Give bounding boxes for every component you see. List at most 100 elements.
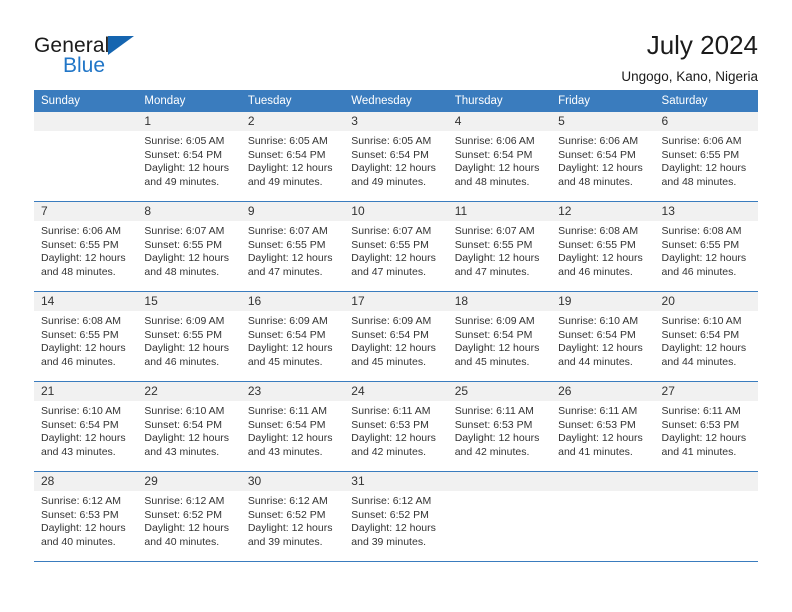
daylight-text: Daylight: 12 hours: [41, 522, 126, 535]
day-details: Sunrise: 6:12 AM Sunset: 6:53 PM Daylight:…: [34, 491, 137, 549]
day-details: Sunrise: 6:11 AM Sunset: 6:53 PM Daylight:…: [551, 401, 654, 459]
title-block: July 2024 Ungogo, Kano, Nigeria: [621, 30, 758, 86]
sunrise-text: Sunrise: 6:12 AM: [144, 495, 225, 507]
daylight-text: and 49 minutes.: [247, 175, 323, 188]
sunset-text: Sunset: 6:55 PM: [41, 238, 119, 251]
day-cell[interactable]: 26 Sunrise: 6:11 AM Sunset: 6:53 PM Dayligh…: [551, 381, 655, 472]
sunset-text: Sunset: 6:54 PM: [558, 328, 636, 341]
daylight-text: and 43 minutes.: [41, 445, 116, 458]
day-number: 20: [654, 292, 758, 311]
sunset-text: Sunset: 6:55 PM: [144, 328, 223, 341]
day-number: 31: [344, 472, 448, 491]
day-details: Sunrise: 6:10 AM Sunset: 6:54 PM Daylight:…: [34, 401, 137, 459]
day-cell[interactable]: 18 Sunrise: 6:09 AM Sunset: 6:54 PM Dayligh…: [447, 291, 552, 382]
day-cell[interactable]: 11 Sunrise: 6:07 AM Sunset: 6:55 PM Dayligh…: [447, 201, 552, 292]
sunset-text: Sunset: 6:53 PM: [558, 418, 636, 431]
day-cell[interactable]: 27 Sunrise: 6:11 AM Sunset: 6:53 PM Dayligh…: [654, 381, 758, 472]
daylight-text: and 39 minutes.: [247, 535, 323, 548]
sunset-text: Sunset: 6:54 PM: [247, 148, 326, 161]
day-number: 2: [240, 112, 345, 131]
daylight-text: and 46 minutes.: [558, 265, 633, 278]
day-cell[interactable]: 2 Sunrise: 6:05 AM Sunset: 6:54 PM Daylight…: [240, 112, 345, 202]
sunset-text: Sunset: 6:53 PM: [41, 508, 119, 521]
day-number: 6: [654, 112, 758, 131]
calendar-week-row: 21 Sunrise: 6:10 AM Sunset: 6:54 PM Dayligh…: [34, 381, 758, 472]
day-number: 27: [654, 382, 758, 401]
day-cell[interactable]: 21 Sunrise: 6:10 AM Sunset: 6:54 PM Dayligh…: [34, 381, 138, 472]
day-number: [447, 472, 552, 491]
sunrise-text: Sunrise: 6:08 AM: [41, 315, 121, 327]
day-cell[interactable]: 20 Sunrise: 6:10 AM Sunset: 6:54 PM Dayligh…: [654, 291, 758, 382]
day-cell[interactable]: 9 Sunrise: 6:07 AM Sunset: 6:55 PM Daylight…: [240, 201, 345, 292]
daylight-text: and 45 minutes.: [247, 355, 323, 368]
sunset-text: Sunset: 6:55 PM: [454, 238, 533, 251]
day-cell[interactable]: 31 Sunrise: 6:12 AM Sunset: 6:52 PM Dayligh…: [344, 471, 448, 562]
sunrise-text: Sunrise: 6:05 AM: [351, 135, 432, 147]
day-details: Sunrise: 6:10 AM Sunset: 6:54 PM Daylight:…: [655, 311, 758, 369]
daylight-text: and 41 minutes.: [661, 445, 737, 458]
day-number: 21: [34, 382, 138, 401]
day-cell[interactable]: 28 Sunrise: 6:12 AM Sunset: 6:53 PM Dayligh…: [34, 471, 138, 562]
generalblue-logo[interactable]: General Blue: [34, 30, 154, 78]
sunset-text: Sunset: 6:53 PM: [351, 418, 429, 431]
daylight-text: and 47 minutes.: [247, 265, 323, 278]
daylight-text: and 39 minutes.: [351, 535, 426, 548]
day-cell[interactable]: 13 Sunrise: 6:08 AM Sunset: 6:55 PM Dayligh…: [654, 201, 758, 292]
day-details: Sunrise: 6:11 AM Sunset: 6:53 PM Daylight:…: [344, 401, 447, 459]
day-cell[interactable]: 17 Sunrise: 6:09 AM Sunset: 6:54 PM Dayligh…: [344, 291, 448, 382]
daylight-text: and 46 minutes.: [41, 355, 116, 368]
day-cell[interactable]: 8 Sunrise: 6:07 AM Sunset: 6:55 PM Daylight…: [137, 201, 241, 292]
day-cell[interactable]: 22 Sunrise: 6:10 AM Sunset: 6:54 PM Dayligh…: [137, 381, 241, 472]
calendar-week-row: 14 Sunrise: 6:08 AM Sunset: 6:55 PM Dayligh…: [34, 291, 758, 382]
day-number: 19: [551, 292, 655, 311]
day-details: Sunrise: 6:06 AM Sunset: 6:55 PM Daylight:…: [34, 221, 137, 279]
daylight-text: and 41 minutes.: [558, 445, 633, 458]
sunrise-text: Sunrise: 6:09 AM: [351, 315, 432, 327]
daylight-text: and 47 minutes.: [454, 265, 530, 278]
sunset-text: Sunset: 6:55 PM: [661, 148, 740, 161]
day-details: Sunrise: 6:12 AM Sunset: 6:52 PM Daylight:…: [241, 491, 344, 549]
daylight-text: Daylight: 12 hours: [558, 342, 643, 355]
day-number: 5: [551, 112, 655, 131]
day-cell[interactable]: 7 Sunrise: 6:06 AM Sunset: 6:55 PM Daylight…: [34, 201, 138, 292]
day-cell[interactable]: 25 Sunrise: 6:11 AM Sunset: 6:53 PM Dayligh…: [447, 381, 552, 472]
sunrise-text: Sunrise: 6:09 AM: [247, 315, 328, 327]
daylight-text: Daylight: 12 hours: [144, 162, 230, 175]
day-cell[interactable]: 16 Sunrise: 6:09 AM Sunset: 6:54 PM Dayligh…: [240, 291, 345, 382]
day-cell[interactable]: 23 Sunrise: 6:11 AM Sunset: 6:54 PM Dayligh…: [240, 381, 345, 472]
day-details: Sunrise: 6:08 AM Sunset: 6:55 PM Daylight:…: [655, 221, 758, 279]
day-cell[interactable]: 15 Sunrise: 6:09 AM Sunset: 6:55 PM Dayligh…: [137, 291, 241, 382]
daylight-text: Daylight: 12 hours: [41, 342, 126, 355]
daylight-text: and 46 minutes.: [144, 355, 220, 368]
daylight-text: and 48 minutes.: [454, 175, 530, 188]
empty-day-cell: [654, 471, 758, 562]
day-cell[interactable]: 6 Sunrise: 6:06 AM Sunset: 6:55 PM Daylight…: [654, 112, 758, 202]
day-details: Sunrise: 6:07 AM Sunset: 6:55 PM Daylight:…: [344, 221, 447, 279]
day-cell[interactable]: 29 Sunrise: 6:12 AM Sunset: 6:52 PM Dayligh…: [137, 471, 241, 562]
day-cell[interactable]: 14 Sunrise: 6:08 AM Sunset: 6:55 PM Dayligh…: [34, 291, 138, 382]
daylight-text: Daylight: 12 hours: [144, 432, 230, 445]
day-cell[interactable]: 30 Sunrise: 6:12 AM Sunset: 6:52 PM Dayligh…: [240, 471, 345, 562]
day-cell[interactable]: 24 Sunrise: 6:11 AM Sunset: 6:53 PM Dayligh…: [344, 381, 448, 472]
sunset-text: Sunset: 6:52 PM: [247, 508, 326, 521]
day-cell[interactable]: 4 Sunrise: 6:06 AM Sunset: 6:54 PM Daylight…: [447, 112, 552, 202]
daylight-text: Daylight: 12 hours: [454, 342, 540, 355]
daylight-text: and 48 minutes.: [558, 175, 633, 188]
day-number: 28: [34, 472, 138, 491]
day-cell[interactable]: 12 Sunrise: 6:08 AM Sunset: 6:55 PM Dayligh…: [551, 201, 655, 292]
daylight-text: and 44 minutes.: [558, 355, 633, 368]
day-details: Sunrise: 6:09 AM Sunset: 6:54 PM Daylight:…: [344, 311, 447, 369]
day-cell[interactable]: 1 Sunrise: 6:05 AM Sunset: 6:54 PM Daylight…: [137, 112, 241, 202]
sunrise-text: Sunrise: 6:07 AM: [144, 225, 225, 237]
sunrise-text: Sunrise: 6:11 AM: [661, 405, 741, 417]
day-cell[interactable]: 10 Sunrise: 6:07 AM Sunset: 6:55 PM Dayligh…: [344, 201, 448, 292]
daylight-text: and 40 minutes.: [41, 535, 116, 548]
daylight-text: Daylight: 12 hours: [144, 522, 230, 535]
empty-day-cell: [447, 471, 552, 562]
day-cell[interactable]: 19 Sunrise: 6:10 AM Sunset: 6:54 PM Dayligh…: [551, 291, 655, 382]
page-title: July 2024: [646, 30, 758, 60]
day-details: Sunrise: 6:06 AM Sunset: 6:54 PM Daylight:…: [448, 131, 551, 189]
day-cell[interactable]: 5 Sunrise: 6:06 AM Sunset: 6:54 PM Daylight…: [551, 112, 655, 202]
daylight-text: and 40 minutes.: [144, 535, 220, 548]
day-cell[interactable]: 3 Sunrise: 6:05 AM Sunset: 6:54 PM Daylight…: [344, 112, 448, 202]
